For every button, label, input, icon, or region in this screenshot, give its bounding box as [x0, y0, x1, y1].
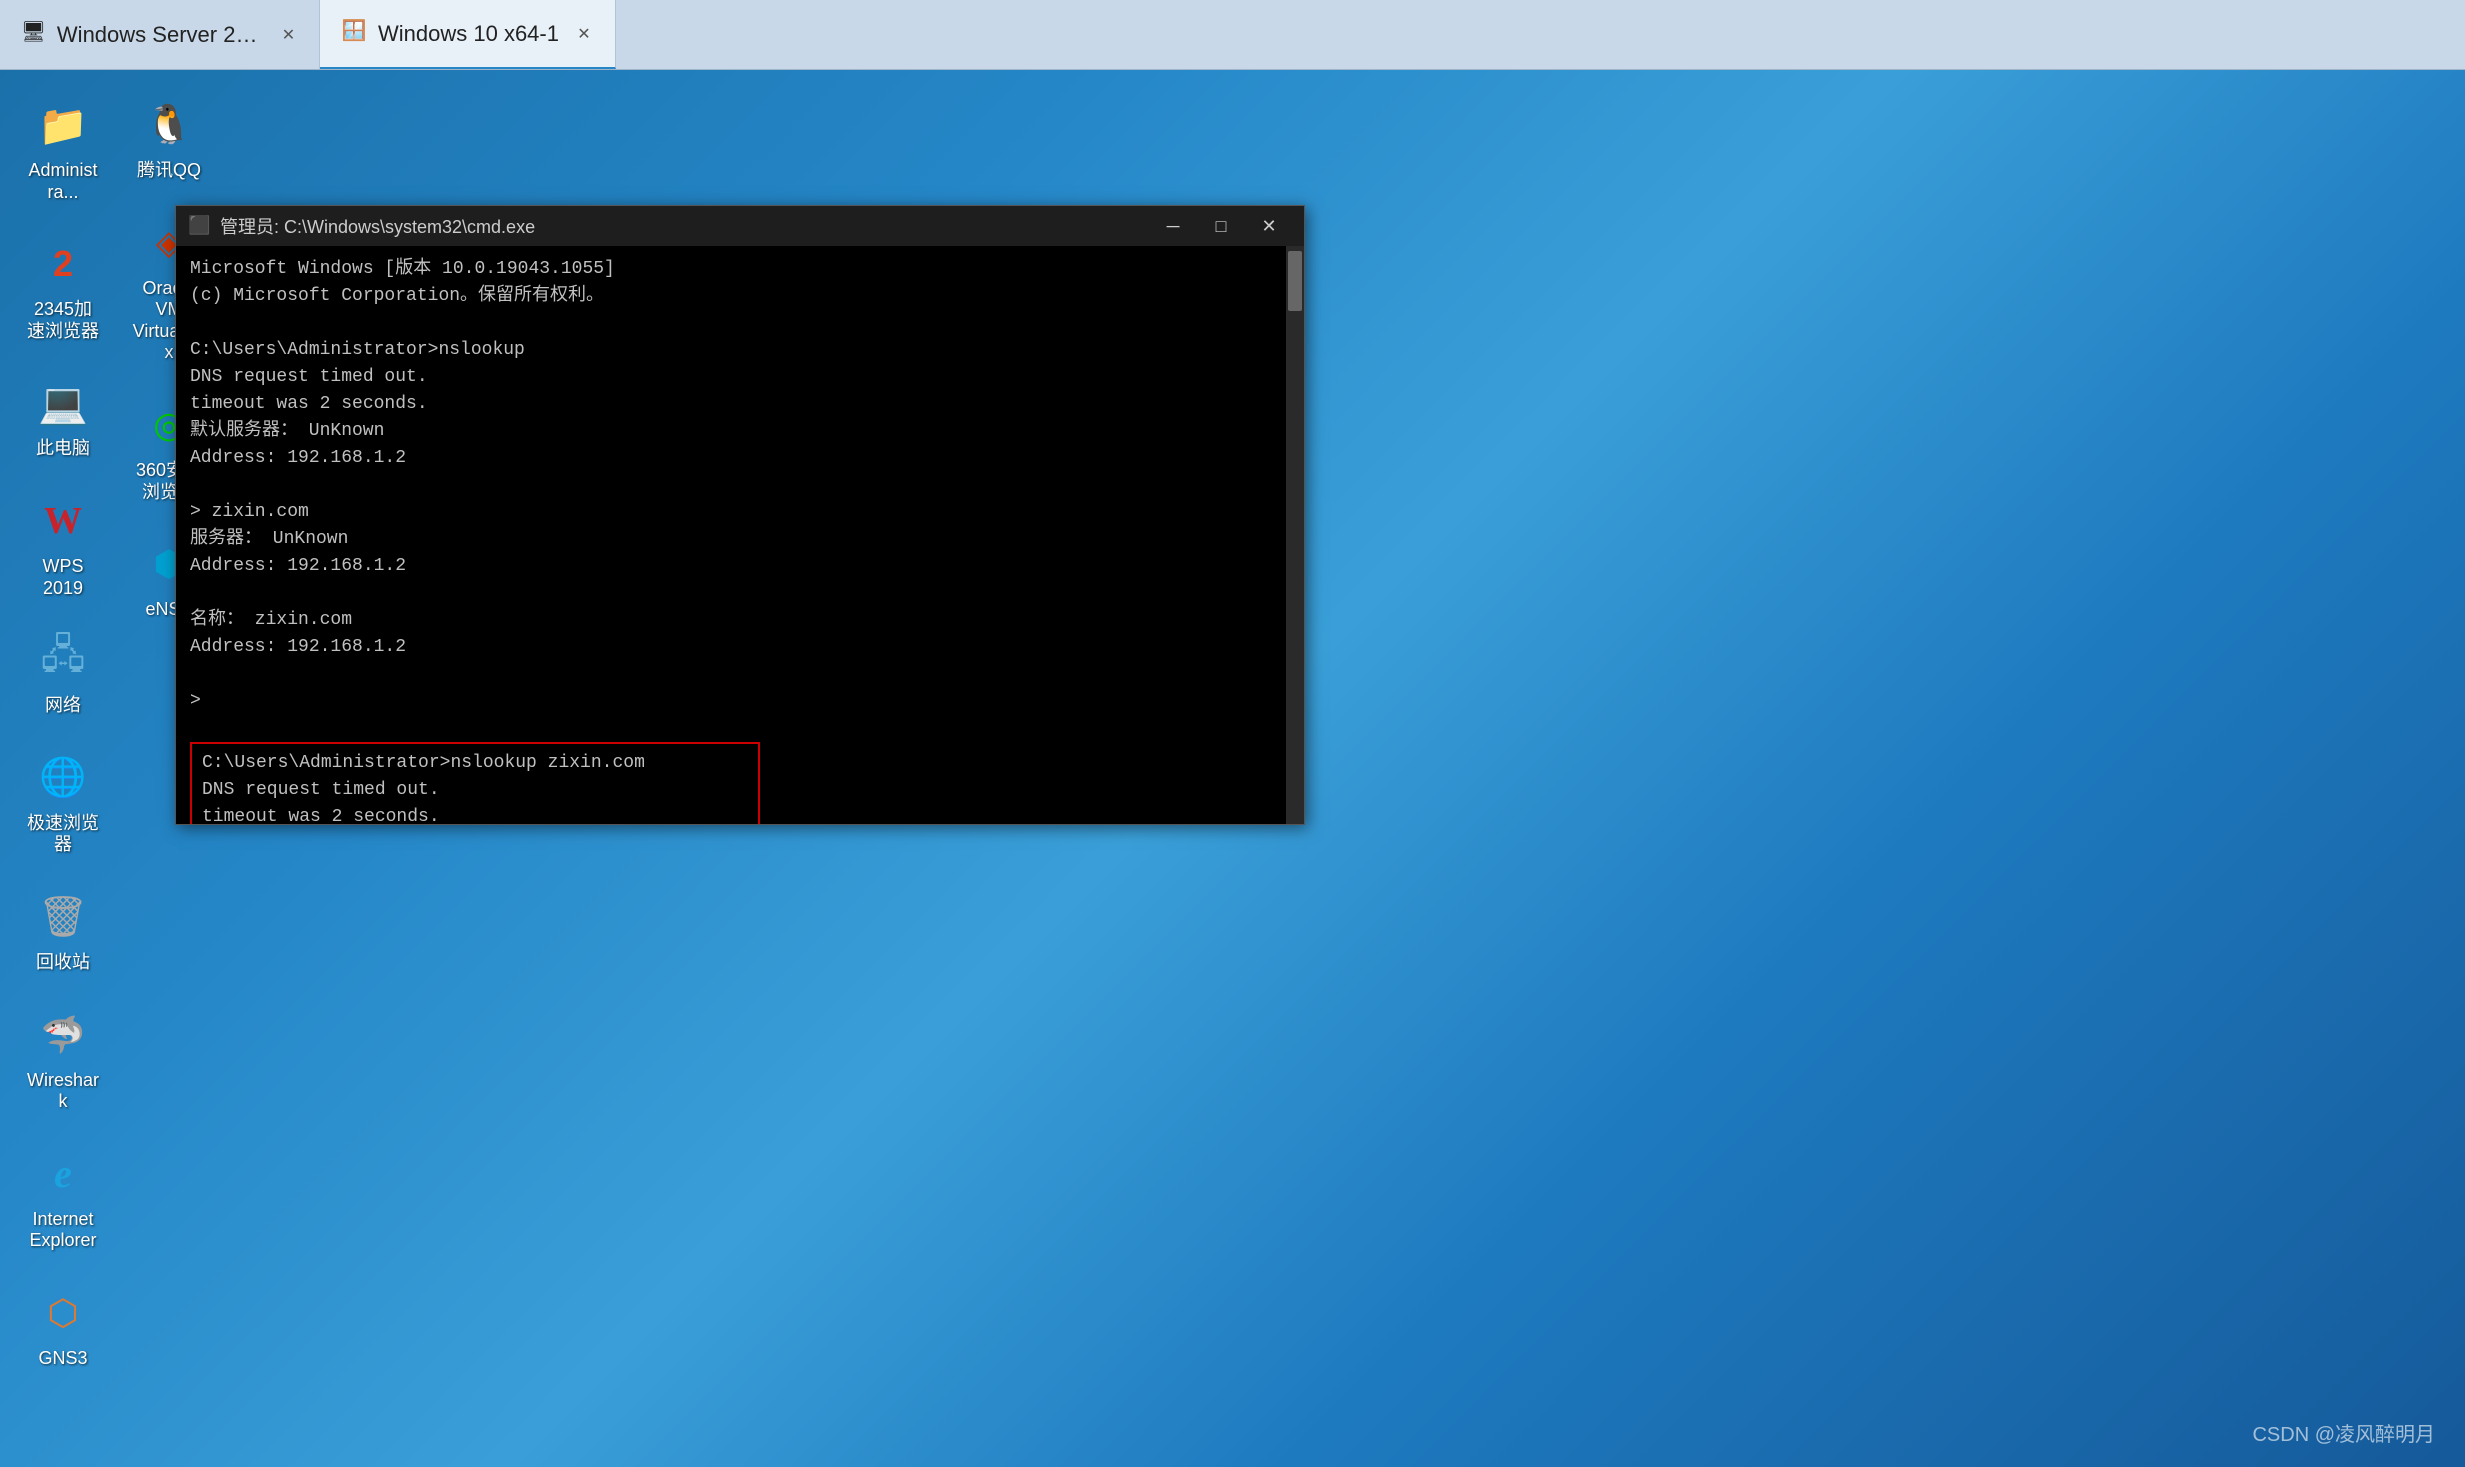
cmd-scrollbar-thumb[interactable]: [1288, 251, 1302, 311]
cmd-highlighted-line-1: DNS request timed out.: [202, 777, 748, 804]
network-icon: 🖧: [34, 631, 92, 689]
ie-label: Internet Explorer: [26, 1209, 100, 1252]
chrome-icon: 🌐: [34, 749, 92, 807]
recycle-icon: 🗑: [34, 888, 92, 946]
cmd-line-2: (c) Microsoft Corporation。保留所有权利。: [190, 283, 1290, 310]
tab-win10-icon: 🪟: [340, 17, 368, 45]
cmd-line-5: DNS request timed out.: [190, 364, 1290, 391]
network-label: 网络: [45, 695, 81, 717]
tab-bar: 🖥 Windows Server 2016 ✕ 🪟 Windows 10 x64…: [0, 0, 2465, 70]
cmd-line-10: > zixin.com: [190, 499, 1290, 526]
cmd-line-11: 服务器： UnKnown: [190, 526, 1290, 553]
cmd-controls: ─ □ ✕: [1150, 210, 1292, 242]
wireshark-label: Wireshark: [26, 1070, 100, 1113]
watermark: CSDN @凌风醉明月: [2252, 1418, 2435, 1447]
gns3-label: GNS3: [38, 1348, 87, 1370]
chrome-label: 极速浏览器: [26, 813, 100, 856]
ie-icon: e: [34, 1145, 92, 1203]
computer-icon: 💻: [34, 374, 92, 432]
desktop-icon-recycle[interactable]: 🗑 回收站: [20, 882, 106, 980]
cmd-line-6: timeout was 2 seconds.: [190, 391, 1290, 418]
cmd-scrollbar[interactable]: [1286, 246, 1304, 824]
cmd-line-14: 名称： zixin.com: [190, 607, 1290, 634]
cmd-line-13: [190, 580, 1290, 607]
tab-win10-close[interactable]: ✕: [573, 23, 595, 45]
administrator-label: Administra...: [26, 160, 100, 203]
cmd-line-9: [190, 472, 1290, 499]
tab-windows10[interactable]: 🪟 Windows 10 x64-1 ✕: [320, 0, 616, 69]
cmd-line-15: Address: 192.168.1.2: [190, 634, 1290, 661]
tab-server-label: Windows Server 2016: [57, 22, 264, 48]
desktop-icon-administrator[interactable]: 📁 Administra...: [20, 90, 106, 209]
desktop-icon-network[interactable]: 🖧 网络: [20, 625, 106, 723]
cmd-line-8: Address: 192.168.1.2: [190, 445, 1290, 472]
cmd-line-1: Microsoft Windows [版本 10.0.19043.1055]: [190, 256, 1290, 283]
cmd-content[interactable]: Microsoft Windows [版本 10.0.19043.1055] (…: [176, 246, 1304, 824]
cmd-highlighted-command: C:\Users\Administrator>nslookup zixin.co…: [202, 750, 748, 777]
desktop-icon-ie[interactable]: e Internet Explorer: [20, 1139, 106, 1258]
cmd-highlighted-section: C:\Users\Administrator>nslookup zixin.co…: [190, 742, 760, 824]
desktop-icon-2345browser[interactable]: 2 2345加速浏览器: [20, 229, 106, 348]
wireshark-icon: 🦈: [34, 1006, 92, 1064]
cmd-line-16: [190, 661, 1290, 688]
cmd-titlebar: ⬛ 管理员: C:\Windows\system32\cmd.exe ─ □ ✕: [176, 206, 1304, 246]
cmd-window: ⬛ 管理员: C:\Windows\system32\cmd.exe ─ □ ✕…: [175, 205, 1305, 825]
cmd-line-12: Address: 192.168.1.2: [190, 553, 1290, 580]
cmd-blank-1: [190, 715, 1290, 742]
qq-icon: 🐧: [140, 96, 198, 154]
cmd-highlighted-line-2: timeout was 2 seconds.: [202, 804, 748, 824]
2345browser-icon: 2: [34, 235, 92, 293]
desktop-icon-wps[interactable]: W WPS 2019: [20, 486, 106, 605]
cmd-line-17: >: [190, 688, 1290, 715]
administrator-icon: 📁: [34, 96, 92, 154]
cmd-close-button[interactable]: ✕: [1246, 210, 1292, 242]
desktop-icon-gns3[interactable]: ⬡ GNS3: [20, 1278, 106, 1376]
cmd-icon: ⬛: [188, 215, 210, 237]
desktop-icon-wireshark[interactable]: 🦈 Wireshark: [20, 1000, 106, 1119]
tab-windows-server-2016[interactable]: 🖥 Windows Server 2016 ✕: [0, 0, 320, 69]
desktop-icon-computer[interactable]: 💻 此电脑: [20, 368, 106, 466]
cmd-minimize-button[interactable]: ─: [1150, 210, 1196, 242]
cmd-title: 管理员: C:\Windows\system32\cmd.exe: [220, 213, 1140, 239]
tab-server-icon: 🖥: [20, 18, 47, 46]
desktop-icon-qq[interactable]: 🐧 腾讯QQ: [126, 90, 212, 188]
cmd-line-3: [190, 310, 1290, 337]
wps-label: WPS 2019: [26, 556, 100, 599]
2345browser-label: 2345加速浏览器: [26, 299, 100, 342]
cmd-maximize-button[interactable]: □: [1198, 210, 1244, 242]
tab-win10-label: Windows 10 x64-1: [378, 21, 559, 47]
recycle-label: 回收站: [36, 952, 90, 974]
tab-server-close[interactable]: ✕: [278, 24, 299, 46]
wps-icon: W: [34, 492, 92, 550]
computer-label: 此电脑: [36, 438, 90, 460]
desktop-icons-area: 📁 Administra... 2 2345加速浏览器 💻 此电脑 W WPS …: [10, 80, 200, 1447]
cmd-line-4: C:\Users\Administrator>nslookup: [190, 337, 1290, 364]
gns3-icon: ⬡: [34, 1284, 92, 1342]
desktop: 🖥 Windows Server 2016 ✕ 🪟 Windows 10 x64…: [0, 0, 2465, 1467]
cmd-line-7: 默认服务器： UnKnown: [190, 418, 1290, 445]
desktop-icon-chrome-browser[interactable]: 🌐 极速浏览器: [20, 743, 106, 862]
qq-label: 腾讯QQ: [137, 160, 201, 182]
